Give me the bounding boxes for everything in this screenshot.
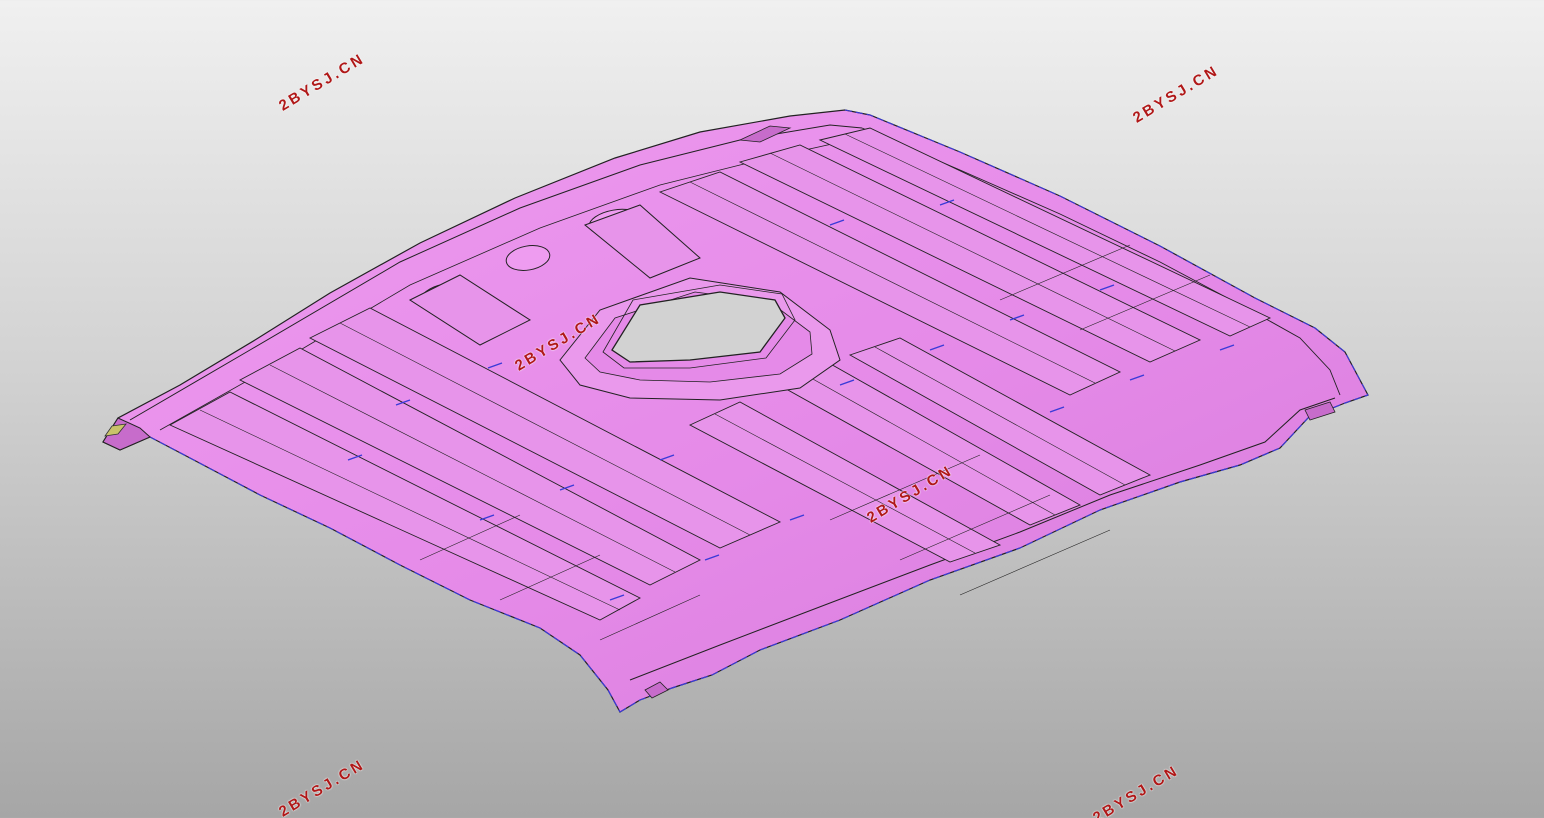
- cad-viewport[interactable]: 2BYSJ.CN 2BYSJ.CN 2BYSJ.CN 2BYSJ.CN 2BYS…: [0, 0, 1544, 818]
- roof-panel-model[interactable]: [0, 0, 1544, 818]
